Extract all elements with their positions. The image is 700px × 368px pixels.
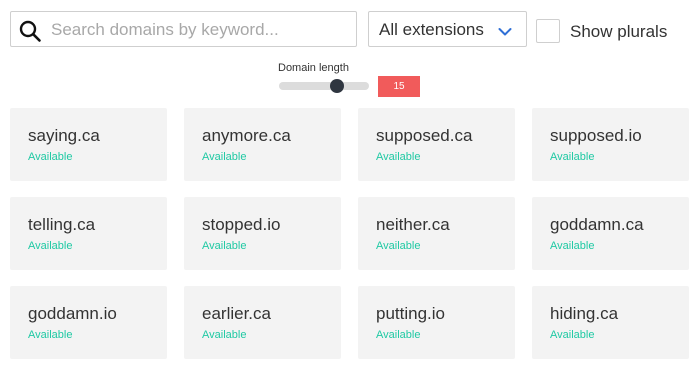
domain-card[interactable]: supposed.io Available bbox=[532, 108, 689, 181]
availability-status: Available bbox=[28, 240, 73, 252]
domain-name: hiding.ca bbox=[550, 304, 619, 323]
domain-card[interactable]: telling.ca Available bbox=[10, 197, 167, 270]
search-box bbox=[10, 11, 357, 48]
domain-name: neither.ca bbox=[376, 215, 450, 234]
domain-name: stopped.io bbox=[202, 215, 281, 234]
domain-card[interactable]: anymore.ca Available bbox=[184, 108, 341, 181]
availability-status: Available bbox=[550, 151, 595, 163]
domain-name: supposed.ca bbox=[376, 126, 473, 145]
domain-name: putting.io bbox=[376, 304, 445, 323]
domain-card[interactable]: saying.ca Available bbox=[10, 108, 167, 181]
show-plurals-checkbox[interactable] bbox=[536, 19, 560, 43]
domain-card[interactable]: goddamn.ca Available bbox=[532, 197, 689, 270]
availability-status: Available bbox=[28, 329, 73, 341]
domain-card[interactable]: hiding.ca Available bbox=[532, 286, 689, 359]
search-icon[interactable] bbox=[18, 19, 42, 43]
availability-status: Available bbox=[28, 151, 73, 163]
domain-name: saying.ca bbox=[28, 126, 100, 145]
extension-select[interactable]: All extensions bbox=[368, 11, 527, 47]
chevron-down-icon bbox=[498, 24, 512, 36]
extension-select-value: All extensions bbox=[379, 20, 484, 39]
domain-card[interactable]: stopped.io Available bbox=[184, 197, 341, 270]
availability-status: Available bbox=[202, 329, 247, 341]
domain-length-value: 15 bbox=[378, 76, 420, 97]
domain-name: goddamn.io bbox=[28, 304, 117, 323]
domain-length-label: Domain length bbox=[278, 62, 349, 74]
search-input[interactable] bbox=[49, 12, 353, 48]
domain-name: anymore.ca bbox=[202, 126, 291, 145]
domain-name: supposed.io bbox=[550, 126, 642, 145]
domain-card[interactable]: supposed.ca Available bbox=[358, 108, 515, 181]
domain-name: goddamn.ca bbox=[550, 215, 644, 234]
show-plurals-label[interactable]: Show plurals bbox=[570, 22, 667, 42]
domain-card[interactable]: putting.io Available bbox=[358, 286, 515, 359]
availability-status: Available bbox=[202, 240, 247, 252]
domain-card[interactable]: earlier.ca Available bbox=[184, 286, 341, 359]
domain-length-slider-thumb[interactable] bbox=[330, 79, 344, 93]
domain-card[interactable]: neither.ca Available bbox=[358, 197, 515, 270]
availability-status: Available bbox=[376, 240, 421, 252]
domain-card[interactable]: goddamn.io Available bbox=[10, 286, 167, 359]
availability-status: Available bbox=[550, 240, 595, 252]
domain-name: telling.ca bbox=[28, 215, 96, 234]
domain-length-slider[interactable] bbox=[279, 82, 369, 90]
availability-status: Available bbox=[376, 151, 421, 163]
availability-status: Available bbox=[202, 151, 247, 163]
domain-search-page: All extensions Show plurals Domain lengt… bbox=[0, 0, 700, 368]
domain-name: earlier.ca bbox=[202, 304, 271, 323]
availability-status: Available bbox=[376, 329, 421, 341]
availability-status: Available bbox=[550, 329, 595, 341]
